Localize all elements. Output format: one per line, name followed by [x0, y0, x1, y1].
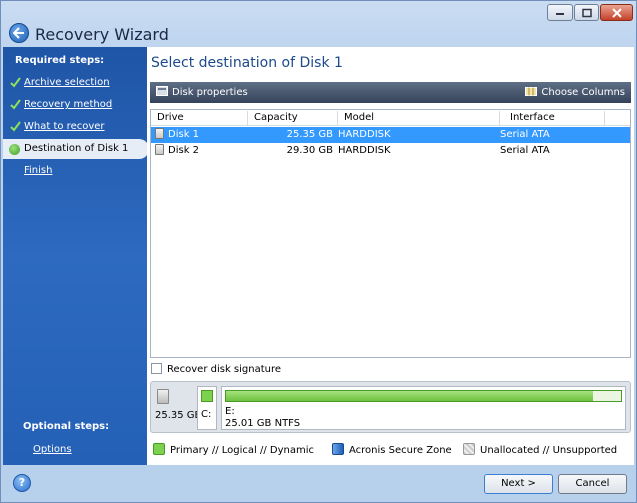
capacity-cell: 25.35 GB: [286, 129, 333, 140]
drive-name: Disk 1: [168, 129, 200, 140]
step-archive-selection[interactable]: Archive selection: [3, 73, 147, 93]
table-header: Drive Capacity Model Interface: [151, 110, 630, 126]
choose-columns-icon: [525, 87, 538, 96]
disk-table: Drive Capacity Model Interface Disk 1 25…: [150, 109, 631, 358]
checkbox-box[interactable]: [151, 363, 162, 374]
window-title: Recovery Wizard: [35, 25, 169, 44]
next-button[interactable]: Next >: [484, 474, 553, 494]
partition-e-usage-fill: [226, 391, 594, 401]
unallocated-swatch-icon: [463, 443, 475, 455]
steps-sidebar: Required steps: Archive selection Recove…: [3, 47, 149, 465]
page-title: Select destination of Disk 1: [151, 55, 343, 71]
partition-e[interactable]: E: 25.01 GB NTFS: [221, 386, 626, 430]
partition-c-bar: [201, 390, 213, 402]
step-label: Finish: [24, 165, 53, 176]
interface-cell: Serial ATA: [500, 129, 550, 140]
disk-icon: [155, 128, 164, 139]
secure-zone-swatch-icon: [332, 443, 344, 455]
main-panel: Select destination of Disk 1 Disk proper…: [147, 47, 634, 465]
checkmark-icon: [10, 77, 21, 88]
recover-disk-signature-checkbox[interactable]: Recover disk signature: [151, 363, 281, 375]
step-what-to-recover[interactable]: What to recover: [3, 117, 147, 137]
drive-cell: Disk 2: [155, 143, 199, 159]
model-cell: HARDDISK: [338, 129, 391, 140]
disk-map: 25.35 GB C: E: 25.01 GB NTFS: [150, 381, 631, 433]
legend-secure-zone-label: Acronis Secure Zone: [349, 445, 452, 456]
maximize-button[interactable]: [574, 4, 599, 21]
choose-columns-button[interactable]: Choose Columns: [525, 86, 625, 98]
back-arrow-icon: [13, 27, 24, 39]
cancel-button[interactable]: Cancel: [558, 474, 627, 494]
partition-c-letter: C:: [201, 409, 212, 420]
choose-columns-label: Choose Columns: [541, 87, 625, 98]
step-label: What to recover: [24, 121, 105, 132]
disk-properties-label: Disk properties: [172, 87, 248, 98]
legend-primary-label: Primary // Logical // Dynamic: [170, 445, 314, 456]
minimize-button[interactable]: [547, 4, 573, 21]
partition-c[interactable]: C:: [197, 386, 217, 430]
partition-e-usage-bar: [225, 390, 622, 402]
help-icon: ?: [18, 476, 26, 489]
help-button[interactable]: ?: [13, 474, 31, 492]
step-label: Archive selection: [24, 77, 110, 88]
step-options[interactable]: Options: [33, 444, 72, 455]
column-header-model[interactable]: Model: [338, 111, 500, 125]
checkbox-label: Recover disk signature: [167, 364, 282, 375]
required-steps-header: Required steps:: [15, 55, 105, 66]
column-header-drive[interactable]: Drive: [151, 111, 248, 125]
drive-name: Disk 2: [168, 145, 200, 156]
table-toolbar: Disk properties Choose Columns: [150, 82, 631, 103]
interface-cell: Serial ATA: [500, 145, 550, 156]
partition-e-letter: E:: [225, 406, 235, 417]
column-header-interface[interactable]: Interface: [500, 111, 605, 125]
legend-primary: Primary // Logical // Dynamic: [153, 443, 314, 456]
minimize-icon: [556, 12, 564, 15]
step-label: Destination of Disk 1: [24, 143, 129, 154]
step-recovery-method[interactable]: Recovery method: [3, 95, 147, 115]
capacity-cell: 29.30 GB: [286, 145, 333, 156]
disk-properties-icon: [156, 86, 168, 96]
drive-cell: Disk 1: [155, 127, 199, 143]
legend-unallocated-label: Unallocated // Unsupported: [480, 445, 618, 456]
model-cell: HARDDISK: [338, 145, 391, 156]
maximize-icon: [581, 8, 592, 17]
step-destination-disk-1[interactable]: Destination of Disk 1: [3, 139, 149, 159]
table-row[interactable]: Disk 1 25.35 GB HARDDISK Serial ATA: [151, 127, 630, 143]
hard-disk-icon: [157, 389, 169, 404]
legend-unallocated: Unallocated // Unsupported: [463, 443, 617, 456]
disk-properties-button[interactable]: Disk properties: [156, 86, 248, 98]
column-header-capacity[interactable]: Capacity: [248, 111, 338, 125]
partition-e-detail: 25.01 GB NTFS: [225, 418, 301, 429]
recovery-wizard-window: Recovery Wizard Required steps: Archive …: [0, 0, 637, 503]
disk-size: 25.35 GB: [155, 410, 202, 421]
legend-secure-zone: Acronis Secure Zone: [332, 443, 452, 456]
back-button[interactable]: [9, 23, 29, 43]
optional-steps-header: Optional steps:: [23, 421, 110, 432]
current-step-icon: [9, 144, 20, 155]
primary-swatch-icon: [153, 443, 165, 455]
title-bar: Recovery Wizard: [1, 1, 636, 47]
table-row[interactable]: Disk 2 29.30 GB HARDDISK Serial ATA: [151, 143, 630, 159]
close-icon: [611, 7, 622, 18]
close-button[interactable]: [600, 4, 633, 21]
disk-icon: [155, 144, 164, 155]
checkmark-icon: [10, 121, 21, 132]
checkmark-icon: [10, 99, 21, 110]
step-label: Recovery method: [24, 99, 113, 110]
step-finish[interactable]: Finish: [3, 161, 147, 181]
footer-bar: ? Next > Cancel: [3, 465, 634, 502]
